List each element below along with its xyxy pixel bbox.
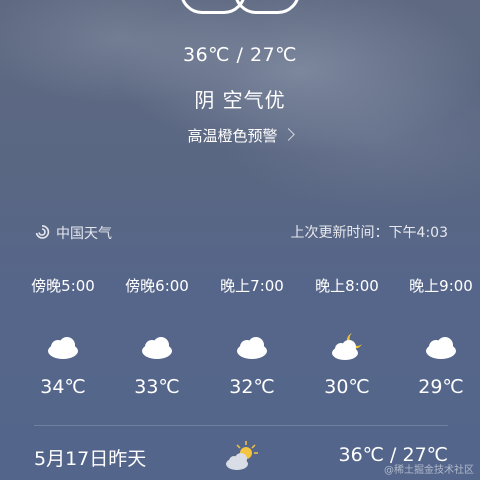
hourly-item: 傍晚5:00 34℃ (18, 276, 108, 398)
hour-time: 晚上7:00 (220, 277, 284, 295)
moon-cloud-icon (302, 332, 392, 362)
hourly-item: 傍晚6:00 33℃ (112, 276, 202, 398)
source-row: 中国天气 上次更新时间：下午4:03 (34, 222, 448, 242)
current-temp-digit (234, 0, 300, 14)
hour-time: 晚上8:00 (315, 277, 379, 295)
last-update-time: 上次更新时间：下午4:03 (290, 225, 448, 241)
hour-time: 晚上9:00 (409, 277, 473, 295)
cloud-icon (112, 332, 202, 362)
weather-alert-link[interactable]: 高温橙色预警 (0, 125, 480, 146)
hour-temp: 34℃ (40, 376, 86, 398)
day-label: 5月17日昨天 (34, 448, 147, 470)
hour-temp: 30℃ (324, 376, 370, 398)
cloud-icon (18, 332, 108, 362)
divider (34, 425, 448, 426)
source-name: 中国天气 (56, 226, 112, 242)
hour-temp: 33℃ (134, 376, 180, 398)
hour-time: 傍晚5:00 (31, 277, 95, 295)
hourly-item: 晚上9:00 29℃ (396, 276, 480, 398)
sun-cloud-icon (224, 440, 260, 472)
cloud-icon (207, 332, 297, 362)
temperature-range: 36℃ / 27℃ (182, 44, 297, 66)
hour-temp: 32℃ (229, 376, 275, 398)
china-weather-logo-icon (35, 225, 50, 239)
chevron-right-icon (281, 128, 295, 141)
watermark: @稀土掘金技术社区 (384, 465, 474, 476)
alert-label: 高温橙色预警 (187, 127, 278, 145)
source-brand[interactable]: 中国天气 (34, 222, 112, 243)
weather-condition: 阴 空气优 (194, 88, 286, 112)
hourly-item: 晚上8:00 30℃ (302, 276, 392, 398)
hour-temp: 29℃ (418, 376, 464, 398)
cloud-icon (396, 332, 480, 362)
hourly-item: 晚上7:00 32℃ (207, 276, 297, 398)
hour-time: 傍晚6:00 (125, 277, 189, 295)
